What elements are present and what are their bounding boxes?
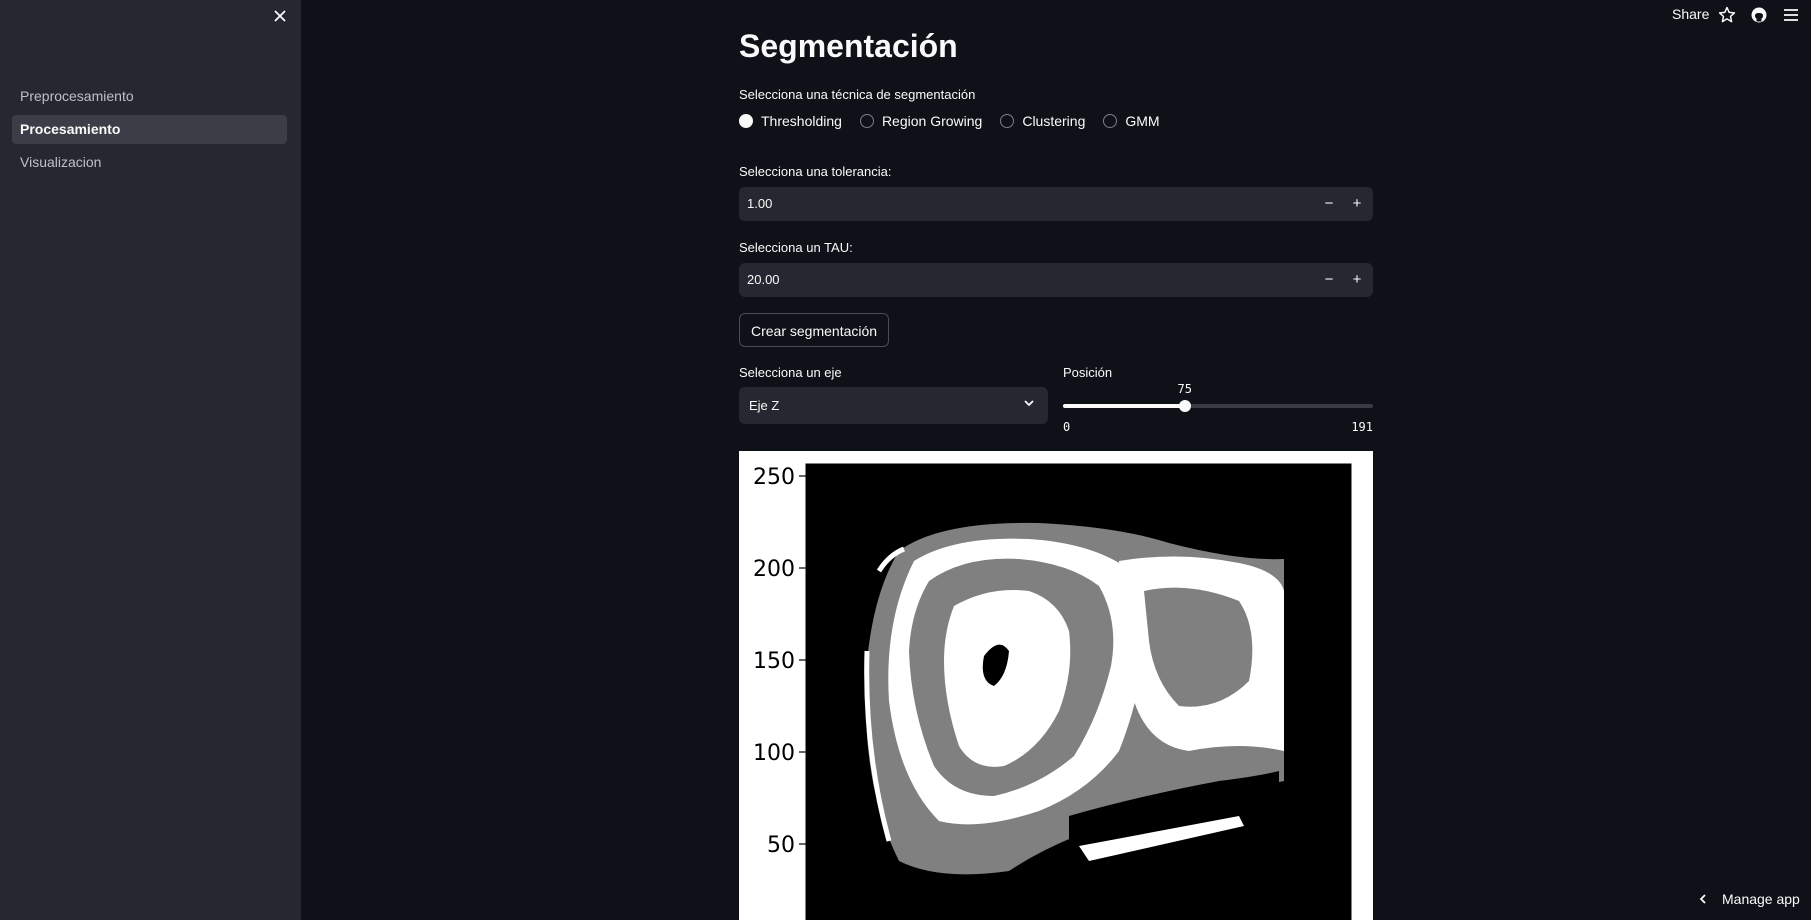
sidebar-item-preprocesamiento[interactable]: Preprocesamiento (12, 82, 287, 111)
radio-dot-icon (1000, 114, 1015, 128)
radio-region-growing[interactable]: Region Growing (859, 113, 983, 129)
radio-dot-icon (859, 114, 874, 128)
manage-app-label: Manage app (1722, 891, 1800, 907)
tau-increment-button[interactable]: + (1343, 263, 1371, 297)
y-tick-label: 150 (753, 649, 795, 674)
axis-select[interactable]: Eje Z (739, 387, 1048, 424)
axis-select-value: Eje Z (749, 398, 780, 413)
radio-label: Region Growing (881, 113, 983, 129)
tau-label: Selecciona un TAU: (739, 240, 853, 255)
radio-label: Clustering (1022, 113, 1086, 129)
segmentation-image (864, 522, 1284, 875)
tolerance-label: Selecciona una tolerancia: (739, 164, 892, 179)
menu-icon[interactable] (1781, 5, 1801, 25)
sidebar-item-procesamiento[interactable]: Procesamiento (12, 115, 287, 144)
radio-gmm[interactable]: GMM (1103, 113, 1160, 129)
y-axis: 250 200 150 100 50 (753, 465, 806, 858)
page-title: Segmentación (739, 28, 958, 64)
y-tick-label: 50 (767, 833, 795, 858)
github-icon[interactable] (1749, 5, 1769, 25)
star-icon[interactable] (1717, 5, 1737, 25)
tolerance-input: 1.00 − + (739, 187, 1373, 221)
tolerance-decrement-button[interactable]: − (1315, 187, 1343, 221)
technique-radio-group: Thresholding Region Growing Clustering G… (739, 111, 1178, 131)
sidebar: Preprocesamiento Procesamiento Visualiza… (0, 0, 301, 920)
tau-input: 20.00 − + (739, 263, 1373, 297)
y-tick-label: 200 (753, 557, 795, 582)
sidebar-item-visualizacion[interactable]: Visualizacion (12, 148, 287, 177)
slider-thumb[interactable] (1178, 400, 1191, 412)
y-tick-label: 100 (753, 741, 795, 766)
segmentation-plot: 250 200 150 100 50 (753, 463, 1352, 920)
radio-label: GMM (1125, 113, 1160, 129)
close-sidebar-button[interactable] (270, 6, 290, 26)
tolerance-increment-button[interactable]: + (1343, 187, 1371, 221)
technique-label: Selecciona una técnica de segmentación (739, 87, 976, 102)
position-label: Posición (1063, 365, 1113, 380)
slider-fill (1063, 404, 1185, 408)
slider-max-value: 191 (1351, 420, 1373, 434)
position-slider: Posición 75 0 191 (1063, 360, 1373, 434)
y-tick-label: 250 (753, 465, 795, 490)
create-segmentation-button[interactable]: Crear segmentación (739, 313, 890, 347)
tau-value-field[interactable]: 20.00 (747, 263, 780, 297)
tolerance-value-field[interactable]: 1.00 (747, 187, 772, 221)
slider-min-value: 0 (1063, 420, 1071, 434)
tau-decrement-button[interactable]: − (1315, 263, 1343, 297)
radio-clustering[interactable]: Clustering (1000, 113, 1085, 129)
radio-thresholding[interactable]: Thresholding (739, 113, 842, 129)
manage-app-button[interactable]: Manage app (1696, 891, 1800, 907)
sidebar-nav: Preprocesamiento Procesamiento Visualiza… (12, 82, 287, 181)
segmentation-figure: 250 200 150 100 50 (739, 451, 1373, 920)
radio-dot-icon (739, 114, 753, 128)
radio-dot-icon (1103, 114, 1118, 128)
chevron-left-icon (1699, 894, 1706, 904)
close-icon (274, 10, 286, 22)
radio-label: Thresholding (761, 113, 842, 129)
axis-label: Selecciona un eje (739, 365, 842, 380)
chevron-down-icon (1024, 400, 1034, 407)
share-button[interactable]: Share (1672, 6, 1709, 22)
slider-current-value: 75 (1177, 382, 1192, 396)
